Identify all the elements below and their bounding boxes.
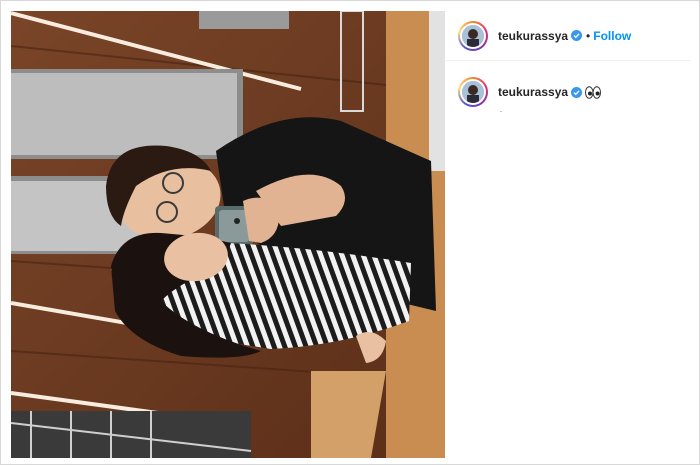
caption-avatar-border [460,79,486,105]
caption-row: teukurassya 👀 [458,77,602,107]
caption-story-ring[interactable] [458,77,488,107]
mirror-selfie-image [11,11,445,458]
avatar-image [462,24,484,47]
post-sidebar: teukurassya • Follow teukurassya [446,11,691,458]
verified-badge-icon [571,30,583,41]
post-frame: teukurassya • Follow teukurassya [0,0,700,465]
username-link[interactable]: teukurassya [498,29,568,43]
follow-button[interactable]: Follow [593,29,631,43]
avatar[interactable] [462,24,484,47]
avatar-border [460,22,486,49]
post-header: teukurassya • Follow [446,11,691,61]
post-photo[interactable] [11,11,445,458]
separator-dot: • [586,28,591,43]
eyes-emoji-icon [585,85,602,99]
caption-subtext-mark [500,111,502,112]
caption-username-link[interactable]: teukurassya [498,85,568,99]
story-ring[interactable] [458,20,488,51]
caption-avatar-image [462,81,484,103]
caption-avatar[interactable] [462,81,484,103]
caption-verified-badge-icon [571,86,583,98]
